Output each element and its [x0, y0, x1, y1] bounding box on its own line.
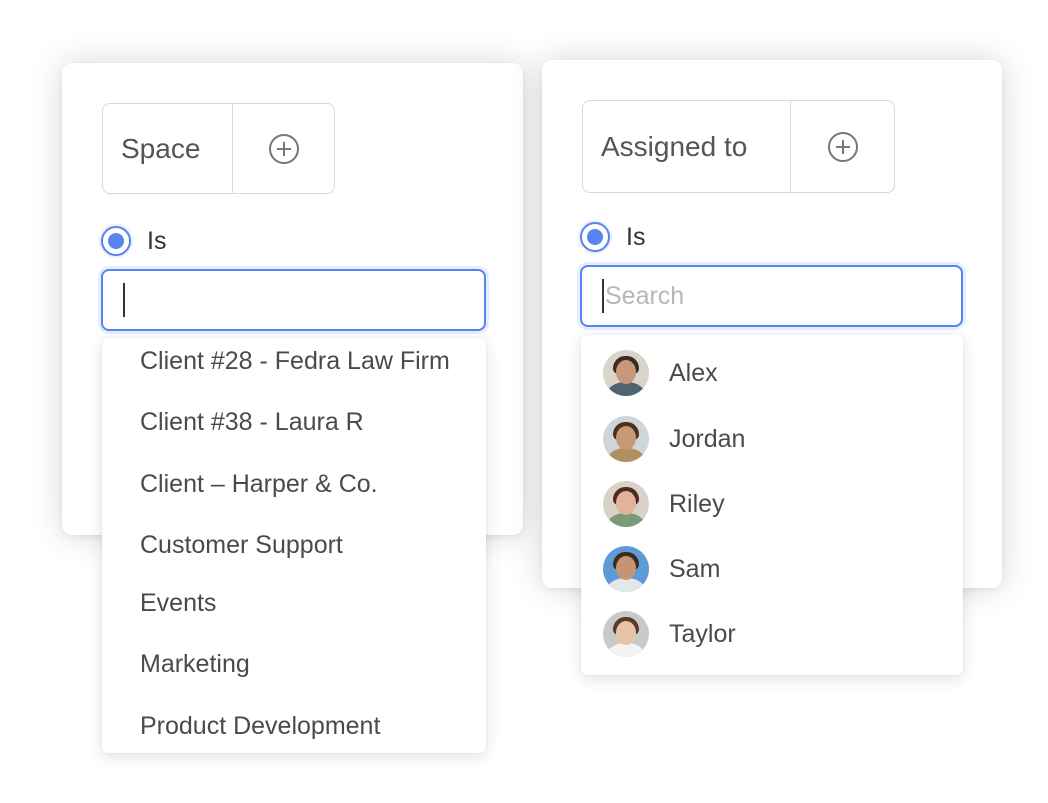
assignee-option-taylor[interactable]: Taylor [603, 611, 736, 657]
space-option[interactable]: Client – Harper & Co. [140, 469, 470, 499]
space-option[interactable]: Customer Support [140, 530, 470, 560]
assignee-option-riley[interactable]: Riley [603, 481, 725, 527]
assignee-option-alex[interactable]: Alex [603, 350, 718, 396]
avatar [603, 546, 649, 592]
avatar [603, 611, 649, 657]
radio-selected-icon[interactable] [580, 222, 610, 252]
assignee-search-field[interactable] [605, 281, 925, 311]
space-field-group: Space [102, 103, 335, 194]
radio-selected-icon[interactable] [101, 226, 131, 256]
assignee-name: Alex [669, 358, 718, 387]
text-caret [123, 283, 125, 317]
space-condition-label: Is [147, 226, 167, 255]
assigned-add-button[interactable] [791, 101, 894, 192]
assigned-condition-row[interactable]: Is [580, 222, 645, 252]
assignee-options-list: Alex Jordan Riley Sam Taylor [581, 335, 963, 675]
plus-circle-icon [827, 131, 858, 162]
assignee-option-jordan[interactable]: Jordan [603, 416, 745, 462]
avatar [603, 481, 649, 527]
avatar [603, 416, 649, 462]
assignee-name: Sam [669, 554, 721, 583]
space-options-list: Client #28 - Fedra Law Firm Client #38 -… [102, 338, 486, 753]
assignee-search-input[interactable] [580, 265, 963, 327]
assignee-name: Jordan [669, 424, 746, 453]
assignee-option-sam[interactable]: Sam [603, 546, 720, 592]
space-option[interactable]: Events [140, 588, 470, 618]
space-condition-row[interactable]: Is [101, 226, 166, 256]
text-caret [602, 279, 604, 313]
space-option[interactable]: Client #38 - Laura R [140, 407, 470, 437]
plus-circle-icon [268, 133, 299, 164]
space-option[interactable]: Marketing [140, 649, 470, 679]
assigned-field-label[interactable]: Assigned to [583, 101, 791, 192]
assignee-name: Taylor [669, 619, 736, 648]
avatar [603, 350, 649, 396]
assignee-name: Riley [669, 489, 725, 518]
assigned-condition-label: Is [626, 222, 646, 251]
space-search-field[interactable] [126, 285, 446, 315]
space-field-label[interactable]: Space [103, 104, 233, 193]
space-option[interactable]: Product Development [140, 711, 470, 741]
space-option[interactable]: Client #28 - Fedra Law Firm [140, 346, 470, 376]
space-add-button[interactable] [233, 104, 334, 193]
assigned-field-group: Assigned to [582, 100, 895, 193]
space-search-input[interactable] [101, 269, 486, 331]
